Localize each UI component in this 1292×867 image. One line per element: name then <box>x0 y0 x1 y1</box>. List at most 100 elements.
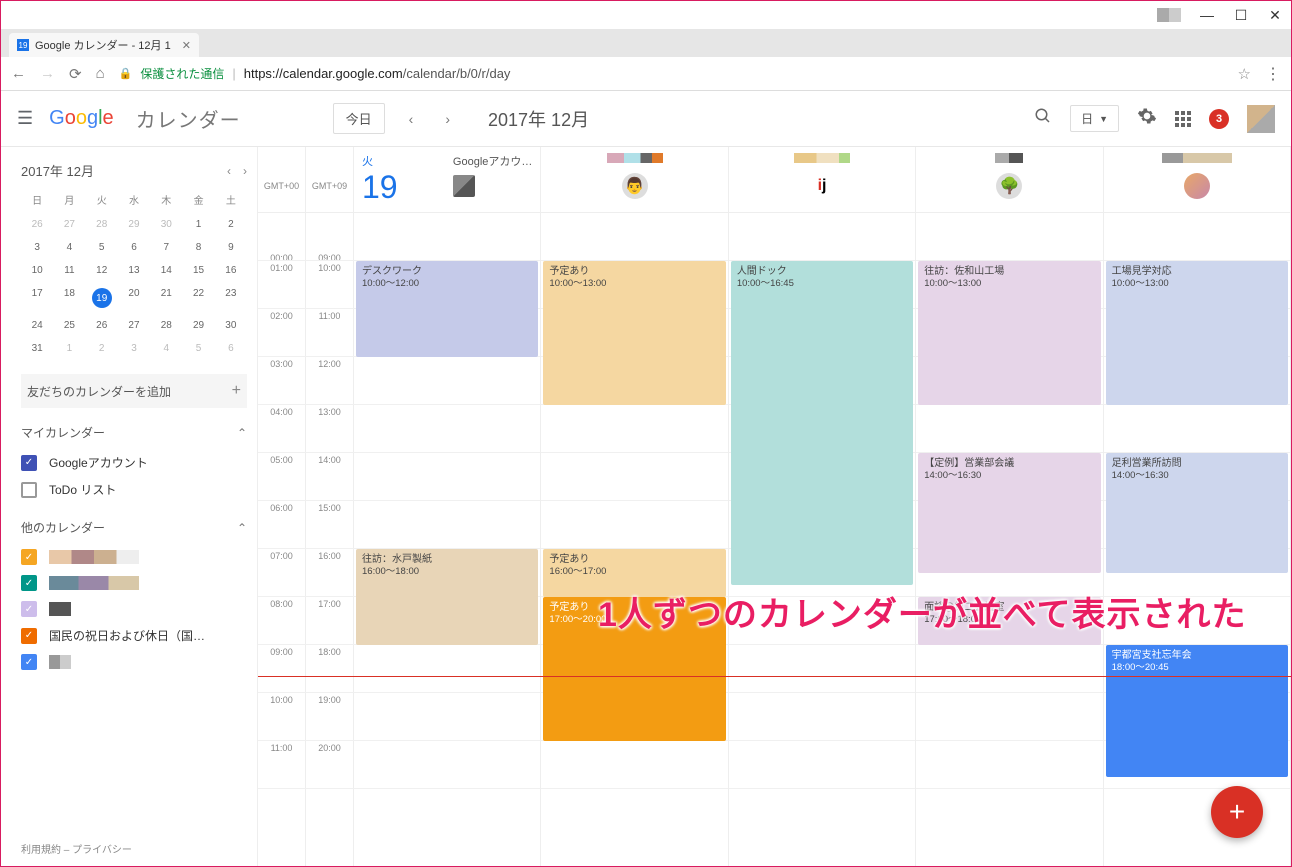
mini-day-cell[interactable]: 5 <box>182 339 214 358</box>
person-column-header[interactable]: ij <box>729 147 916 212</box>
apps-grid-icon[interactable] <box>1175 111 1191 127</box>
calendar-checkbox[interactable]: ✓ <box>21 628 37 644</box>
calendar-checkbox[interactable]: ✓ <box>21 575 37 591</box>
time-grid[interactable]: 00:0001:0002:0003:0004:0005:0006:0007:00… <box>258 213 1291 866</box>
other-calendar-item[interactable]: ✓ <box>21 649 247 675</box>
calendar-checkbox[interactable]: ✓ <box>21 601 37 617</box>
mini-day-cell[interactable]: 3 <box>21 238 53 257</box>
person-column-header[interactable]: 🌳 <box>916 147 1103 212</box>
search-icon[interactable] <box>1034 107 1052 130</box>
mini-day-cell[interactable]: 5 <box>86 238 118 257</box>
calendar-event[interactable]: 人間ドック10:00～16:45 <box>731 261 913 585</box>
mini-day-cell[interactable]: 29 <box>118 215 150 234</box>
mini-day-cell[interactable]: 14 <box>150 261 182 280</box>
my-calendars-header[interactable]: マイカレンダー ⌃ <box>21 424 247 441</box>
user-avatar[interactable] <box>1247 105 1275 133</box>
mini-day-cell[interactable]: 17 <box>21 284 53 312</box>
bookmark-star-icon[interactable]: ☆ <box>1238 65 1251 83</box>
mini-day-cell[interactable]: 26 <box>86 316 118 335</box>
calendar-event[interactable]: デスクワーク10:00～12:00 <box>356 261 538 357</box>
hamburger-menu-icon[interactable]: ☰ <box>17 108 33 129</box>
other-calendar-item[interactable]: ✓ <box>21 570 247 596</box>
other-calendar-item[interactable]: ✓ <box>21 544 247 570</box>
browser-tab[interactable]: 19 Google カレンダー - 12月 1 ✕ <box>9 33 199 57</box>
day-column[interactable]: 予定あり10:00～13:00 予定あり16:00～17:00予定あり17:00～… <box>541 213 728 866</box>
mini-day-cell[interactable]: 4 <box>53 238 85 257</box>
mini-day-cell[interactable]: 10 <box>21 261 53 280</box>
mini-day-cell[interactable]: 9 <box>215 238 247 257</box>
add-friend-calendar[interactable]: 友だちのカレンダーを追加 + <box>21 374 247 408</box>
view-select[interactable]: 日 ▼ <box>1070 105 1119 132</box>
mini-day-cell[interactable]: 22 <box>182 284 214 312</box>
tab-close-icon[interactable]: ✕ <box>182 39 191 52</box>
mini-day-cell[interactable]: 25 <box>53 316 85 335</box>
mini-day-cell[interactable]: 12 <box>86 261 118 280</box>
calendar-event[interactable]: 予定あり16:00～17:00 <box>543 549 725 597</box>
calendar-checkbox[interactable] <box>21 482 37 498</box>
create-event-fab[interactable]: + <box>1211 786 1263 838</box>
window-maximize[interactable]: ☐ <box>1233 7 1249 23</box>
my-calendar-item[interactable]: ✓Googleアカウント <box>21 449 247 476</box>
day-column[interactable]: 往訪：佐和山工場10:00～13:00 【定例】営業部会議14:00～16:30 面… <box>916 213 1103 866</box>
day-column[interactable]: 人間ドック10:00～16:45 <box>729 213 916 866</box>
mini-day-cell[interactable]: 30 <box>215 316 247 335</box>
mini-day-cell[interactable]: 3 <box>118 339 150 358</box>
mini-day-cell[interactable]: 28 <box>150 316 182 335</box>
mini-day-cell[interactable]: 29 <box>182 316 214 335</box>
mini-day-cell[interactable]: 28 <box>86 215 118 234</box>
calendar-event[interactable]: 予定あり17:00～20:00 <box>543 597 725 741</box>
mini-day-cell[interactable]: 8 <box>182 238 214 257</box>
calendar-checkbox[interactable]: ✓ <box>21 654 37 670</box>
mini-day-cell[interactable]: 23 <box>215 284 247 312</box>
calendar-event[interactable]: 【定例】営業部会議14:00～16:30 <box>918 453 1100 573</box>
mini-day-cell[interactable]: 20 <box>118 284 150 312</box>
mini-day-cell[interactable]: 2 <box>86 339 118 358</box>
mini-day-cell[interactable]: 31 <box>21 339 53 358</box>
mini-calendar-grid[interactable]: 日月火水木金土262728293012345678910111213141516… <box>21 188 247 358</box>
mini-day-cell[interactable]: 24 <box>21 316 53 335</box>
mini-day-cell[interactable]: 7 <box>150 238 182 257</box>
calendar-event[interactable]: 往訪：佐和山工場10:00～13:00 <box>918 261 1100 405</box>
nav-back-icon[interactable]: ← <box>11 65 26 82</box>
calendar-event[interactable]: 往訪：水戸製紙16:00～18:00 <box>356 549 538 645</box>
next-day-button[interactable]: › <box>437 111 458 127</box>
calendar-event[interactable]: 面談@第二会議室17:00～18:00 <box>918 597 1100 645</box>
mini-day-cell[interactable]: 2 <box>215 215 247 234</box>
day-column[interactable]: デスクワーク10:00～12:00 往訪：水戸製紙16:00～18:00 <box>354 213 541 866</box>
nav-reload-icon[interactable]: ⟳ <box>69 65 82 83</box>
mini-day-cell[interactable]: 1 <box>182 215 214 234</box>
mini-day-cell[interactable]: 1 <box>53 339 85 358</box>
calendar-event[interactable]: 宇都宮支社忘年会18:00～20:45 <box>1106 645 1288 777</box>
calendar-event[interactable]: 足利営業所訪問14:00～16:30 <box>1106 453 1288 573</box>
mini-day-cell[interactable]: 6 <box>118 238 150 257</box>
mini-day-cell[interactable]: 13 <box>118 261 150 280</box>
prev-day-button[interactable]: ‹ <box>401 111 422 127</box>
mini-next-month[interactable]: › <box>243 164 247 178</box>
mini-day-cell[interactable]: 6 <box>215 339 247 358</box>
notification-badge[interactable]: 3 <box>1209 109 1229 129</box>
mini-day-cell[interactable]: 27 <box>118 316 150 335</box>
browser-menu-icon[interactable]: ⋮ <box>1265 64 1281 84</box>
mini-day-cell[interactable]: 15 <box>182 261 214 280</box>
calendar-checkbox[interactable]: ✓ <box>21 455 37 471</box>
my-calendar-item[interactable]: ToDo リスト <box>21 476 247 503</box>
mini-day-cell[interactable]: 16 <box>215 261 247 280</box>
window-minimize[interactable]: — <box>1199 7 1215 23</box>
other-calendar-item[interactable]: ✓国民の祝日および休日（国… <box>21 622 247 649</box>
settings-gear-icon[interactable] <box>1137 106 1157 131</box>
today-button[interactable]: 今日 <box>333 103 385 134</box>
calendar-checkbox[interactable]: ✓ <box>21 549 37 565</box>
person-column-header[interactable]: 火19Googleアカウ… <box>354 147 541 212</box>
mini-day-cell[interactable]: 30 <box>150 215 182 234</box>
nav-home-icon[interactable]: ⌂ <box>96 65 105 82</box>
url-input[interactable]: 🔒 保護された通信 | https://calendar.google.com/… <box>119 65 1224 82</box>
day-column[interactable]: 工場見学対応10:00～13:00足利営業所訪問14:00～16:30宇都宮支社… <box>1104 213 1291 866</box>
other-calendar-item[interactable]: ✓ <box>21 596 247 622</box>
person-column-header[interactable]: 👨 <box>541 147 728 212</box>
other-calendars-header[interactable]: 他のカレンダー ⌃ <box>21 519 247 536</box>
mini-day-cell[interactable]: 26 <box>21 215 53 234</box>
calendar-event[interactable]: 予定あり10:00～13:00 <box>543 261 725 405</box>
footer-links[interactable]: 利用規約 – プライバシー <box>21 821 247 856</box>
mini-prev-month[interactable]: ‹ <box>227 164 231 178</box>
nav-forward-icon[interactable]: → <box>40 65 55 82</box>
